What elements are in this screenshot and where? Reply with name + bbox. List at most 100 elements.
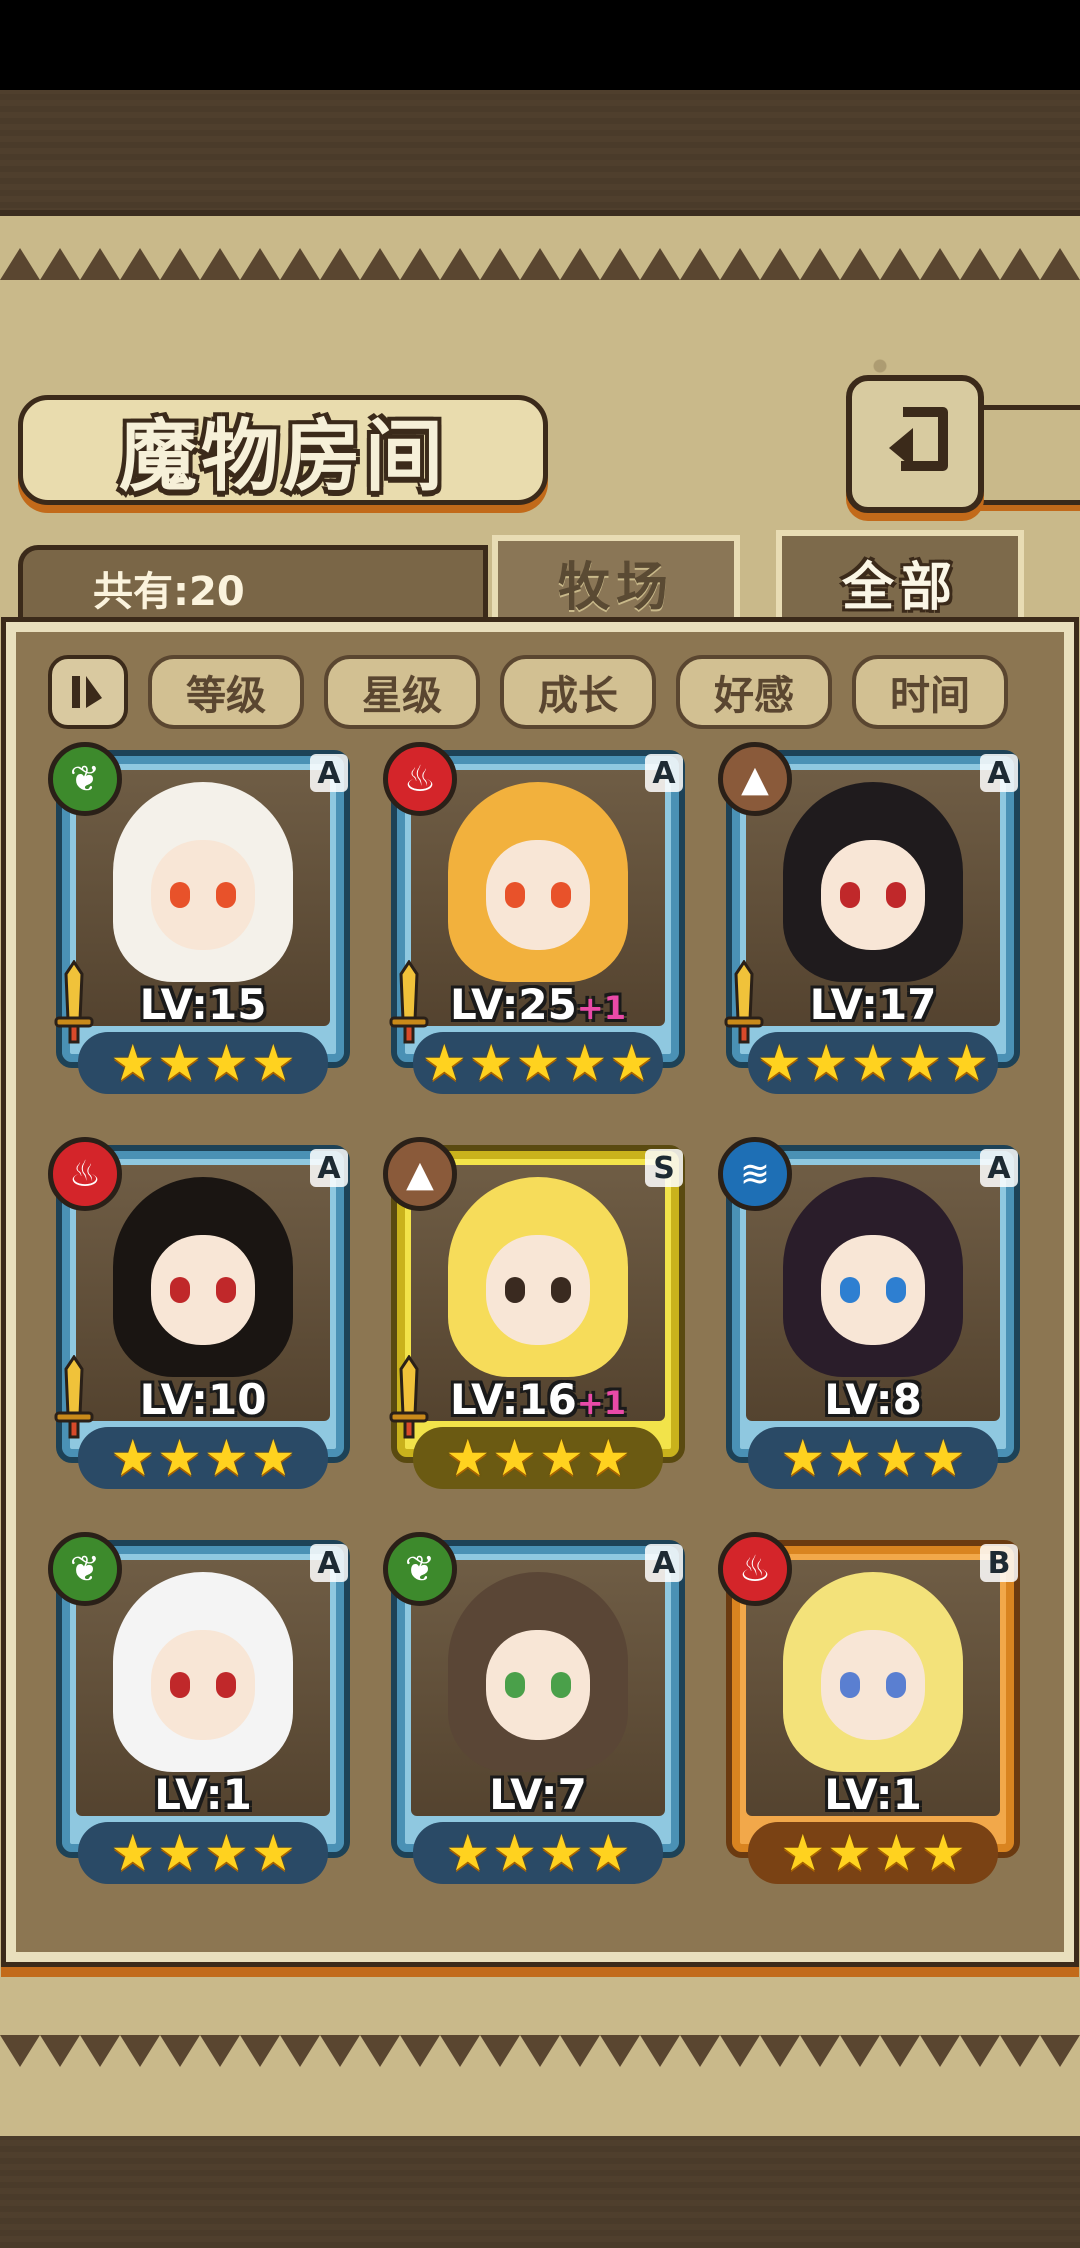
star-icon: ★ <box>874 1429 919 1487</box>
rank-badge: A <box>310 1149 348 1187</box>
filter-time-button[interactable]: 时间 <box>852 655 1008 729</box>
level-text: LV:10 <box>139 1375 267 1424</box>
portrait-eye <box>505 882 525 908</box>
sort-toggle-icon <box>72 676 102 708</box>
level-text: LV:17 <box>809 980 937 1029</box>
monster-card[interactable]: A ≋ LV:8 ★ ★ ★ ★ <box>718 1137 1028 1497</box>
back-arrow-icon <box>889 407 948 471</box>
star-icon: ★ <box>562 1034 608 1092</box>
portrait-eye <box>551 1277 571 1303</box>
monster-card[interactable]: A ▲ LV:17 ★ ★ ★ ★ ★ <box>718 742 1028 1102</box>
portrait-eye <box>551 882 571 908</box>
tab-ranch[interactable]: 牧场 <box>492 535 740 630</box>
monster-card[interactable]: A ❦ LV:7 ★ ★ ★ ★ <box>383 1532 693 1892</box>
fire-element-icon: ♨ <box>383 742 457 816</box>
star-icon: ★ <box>827 1429 872 1487</box>
star-icon: ★ <box>539 1824 584 1882</box>
portrait-eye <box>216 1277 236 1303</box>
rank-badge: A <box>645 754 683 792</box>
filter-growth-button[interactable]: 成长 <box>500 655 656 729</box>
star-icon: ★ <box>445 1429 491 1487</box>
level-text: LV:1 <box>154 1770 252 1819</box>
star-icon: ★ <box>110 1429 156 1487</box>
portrait-eye <box>840 1277 860 1303</box>
star-icon: ★ <box>920 1824 966 1882</box>
zigzag-bottom-border <box>0 2035 1080 2067</box>
portrait-eye <box>170 1672 190 1698</box>
star-rating: ★ ★ ★ ★ ★ <box>413 1032 663 1094</box>
monster-level: LV:7 <box>423 1770 653 1819</box>
fire-element-icon: ♨ <box>718 1532 792 1606</box>
portrait-eye <box>216 882 236 908</box>
fire-element-icon: ♨ <box>48 1137 122 1211</box>
rank-badge: A <box>980 754 1018 792</box>
monster-level: LV:17 <box>758 980 988 1029</box>
rank-badge: A <box>310 754 348 792</box>
star-rating: ★ ★ ★ ★ <box>78 1822 328 1884</box>
portrait-eye <box>886 882 906 908</box>
star-rating: ★ ★ ★ ★ ★ <box>748 1032 998 1094</box>
monster-card[interactable]: S ▲ LV:16+1 ★ ★ ★ ★ <box>383 1137 693 1497</box>
level-text: LV:16 <box>450 1375 577 1424</box>
star-rating: ★ ★ ★ ★ <box>748 1822 998 1884</box>
monster-level: LV:1 <box>758 1770 988 1819</box>
rank-badge: A <box>980 1149 1018 1187</box>
portrait-eye <box>551 1672 571 1698</box>
monster-level: LV:15 <box>88 980 318 1029</box>
star-rating: ★ ★ ★ ★ <box>78 1427 328 1489</box>
portrait-eye <box>886 1277 906 1303</box>
monster-card[interactable]: A ♨ LV:10 ★ ★ ★ ★ <box>48 1137 358 1497</box>
star-icon: ★ <box>157 1034 202 1092</box>
portrait-eye <box>505 1277 525 1303</box>
monster-level: LV:25+1 <box>423 980 653 1029</box>
filter-affection-button[interactable]: 好感 <box>676 655 832 729</box>
monster-level: LV:16+1 <box>423 1375 653 1424</box>
level-text: LV:7 <box>489 1770 587 1819</box>
monster-card[interactable]: B ♨ LV:1 ★ ★ ★ ★ <box>718 1532 1028 1892</box>
star-icon: ★ <box>421 1034 467 1092</box>
portrait-eye <box>216 1672 236 1698</box>
star-icon: ★ <box>468 1034 514 1092</box>
monster-card[interactable]: A ❦ LV:1 ★ ★ ★ ★ <box>48 1532 358 1892</box>
level-text: LV:15 <box>139 980 267 1029</box>
star-rating: ★ ★ ★ ★ <box>413 1427 663 1489</box>
star-icon: ★ <box>204 1824 249 1882</box>
leaf-element-icon: ❦ <box>48 1532 122 1606</box>
water-element-icon: ≋ <box>718 1137 792 1211</box>
portrait-face <box>821 840 925 950</box>
rank-badge: B <box>980 1544 1018 1582</box>
rank-badge: A <box>310 1544 348 1582</box>
portrait-face <box>486 840 590 950</box>
star-icon: ★ <box>110 1824 156 1882</box>
star-rating: ★ ★ ★ ★ <box>748 1427 998 1489</box>
page-title: 魔物房间 <box>118 411 447 502</box>
tab-all[interactable]: 全部 <box>776 530 1024 635</box>
portrait-eye <box>170 1277 190 1303</box>
portrait-face <box>151 840 255 950</box>
portrait-face <box>151 1630 255 1740</box>
portrait-eye <box>840 1672 860 1698</box>
star-rating: ★ ★ ★ ★ <box>413 1822 663 1884</box>
portrait-eye <box>840 882 860 908</box>
star-icon: ★ <box>609 1034 655 1092</box>
monster-count-bar: 共有:20 <box>18 545 488 625</box>
title-banner: 魔物房间 <box>18 395 548 505</box>
star-icon: ★ <box>780 1429 826 1487</box>
star-icon: ★ <box>157 1429 202 1487</box>
monster-card[interactable]: A ♨ LV:25+1 ★ ★ ★ ★ ★ <box>383 742 693 1102</box>
star-icon: ★ <box>250 1824 296 1882</box>
portrait-eye <box>170 882 190 908</box>
star-icon: ★ <box>585 1824 631 1882</box>
star-icon: ★ <box>539 1429 584 1487</box>
sort-toggle-button[interactable] <box>48 655 128 729</box>
monster-card[interactable]: A ❦ LV:15 ★ ★ ★ ★ <box>48 742 358 1102</box>
portrait-face <box>821 1630 925 1740</box>
monster-count: 共有:20 <box>93 568 245 615</box>
star-icon: ★ <box>492 1429 537 1487</box>
star-icon: ★ <box>445 1824 491 1882</box>
filter-level-button[interactable]: 等级 <box>148 655 304 729</box>
back-button[interactable] <box>846 375 984 513</box>
star-icon: ★ <box>850 1034 896 1092</box>
filter-stars-button[interactable]: 星级 <box>324 655 480 729</box>
level-bonus: +1 <box>576 989 626 1027</box>
